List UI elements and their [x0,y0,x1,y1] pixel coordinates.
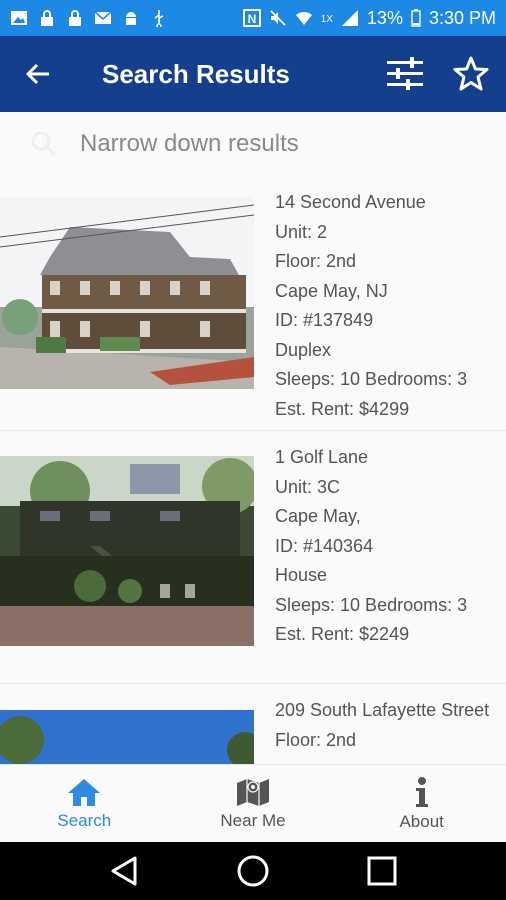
usb-icon [154,10,164,27]
listing-sleeps-bedrooms: Sleeps: 10 Bedrooms: 3 [275,594,468,615]
nfc-icon: N [242,9,261,27]
mute-icon [270,10,286,26]
clock: 3:30 PM [428,7,496,28]
system-recents-button[interactable] [360,849,404,893]
home-circle-icon [237,855,269,887]
tab-near-me-label: Near Me [220,810,286,830]
listing-address: 14 Second Avenue [275,192,426,212]
tab-near-me[interactable]: Near Me [169,765,338,842]
listing-city: Cape May, NJ [275,280,388,301]
listing-city: Cape May, [275,506,361,526]
results-list[interactable]: 14 Second Avenue Unit: 2 Floor: 2nd Cape… [0,176,506,764]
image-icon [11,11,27,25]
listing-info: 14 Second Avenue Unit: 2 Floor: 2nd Cape… [254,176,467,430]
signal-icon [341,10,358,26]
back-button[interactable] [0,36,76,112]
app-bar-actions [384,53,506,95]
tab-search-label: Search [57,810,112,830]
listing-sleeps-bedrooms: Sleeps: 10 Bedrooms: 3 [275,369,468,389]
arrow-left-icon [25,63,49,85]
battery-icon [411,9,421,27]
filter-button[interactable] [384,53,426,95]
wifi-icon [295,11,312,25]
favorite-button[interactable] [450,53,492,95]
listing-id: ID: #140364 [275,535,374,556]
status-icons-left [10,9,168,27]
mail-icon [94,11,112,24]
tab-search[interactable]: Search [0,765,169,842]
page-title: Search Results [102,58,290,89]
listing-id: ID: #137849 [275,310,374,330]
listing-rent: Est. Rent: $2249 [275,624,410,644]
listing-photo [0,176,254,430]
tab-about[interactable]: About [337,765,506,842]
listing-floor: Floor: 2nd [275,729,357,750]
bottom-nav: Search Near Me About [0,764,506,842]
listing-photo [0,684,254,764]
sliders-icon [387,57,423,90]
list-item[interactable]: 1 Golf Lane Unit: 3C Cape May, ID: #1403… [0,431,506,684]
lock-icon [69,10,81,26]
listing-rent: Est. Rent: $4299 [275,398,410,419]
recents-square-icon [367,856,397,886]
list-item[interactable]: 14 Second Avenue Unit: 2 Floor: 2nd Cape… [0,176,506,431]
system-nav-bar [0,842,506,900]
listing-photo [0,431,254,683]
listing-type: Duplex [275,339,332,360]
listing-address: 209 South Lafayette Street [275,700,490,720]
home-icon [68,778,101,806]
status-bar: N 1X 13% 3:30 PM [0,0,506,36]
back-triangle-icon [111,856,137,886]
screen: N 1X 13% 3:30 PM Search Results Narrow d… [0,0,506,900]
listing-info: 1 Golf Lane Unit: 3C Cape May, ID: #1403… [254,431,467,683]
filter-row [0,112,506,176]
listing-info: 209 South Lafayette Street Floor: 2nd [254,684,489,764]
listing-unit: Unit: 3C [275,476,341,497]
battery-level: 13% [366,7,403,28]
status-icons-right: N 1X 13% 3:30 PM [242,7,496,29]
system-back-button[interactable] [102,849,146,893]
list-item[interactable]: 209 South Lafayette Street Floor: 2nd [0,684,506,764]
listing-unit: Unit: 2 [275,221,328,242]
map-icon [237,778,269,806]
network-type: 1X [320,13,333,25]
listing-type: House [275,565,328,585]
search-icon [24,124,64,164]
filter-input[interactable] [80,130,480,158]
lock-icon [41,10,53,26]
app-bar: Search Results [0,36,506,112]
system-home-button[interactable] [231,849,275,893]
svg-text:N: N [247,12,256,26]
star-outline-icon [453,56,489,91]
info-icon [415,776,428,807]
android-icon [126,12,136,25]
listing-floor: Floor: 2nd [275,251,357,271]
listing-address: 1 Golf Lane [275,447,369,467]
tab-about-label: About [399,811,444,831]
